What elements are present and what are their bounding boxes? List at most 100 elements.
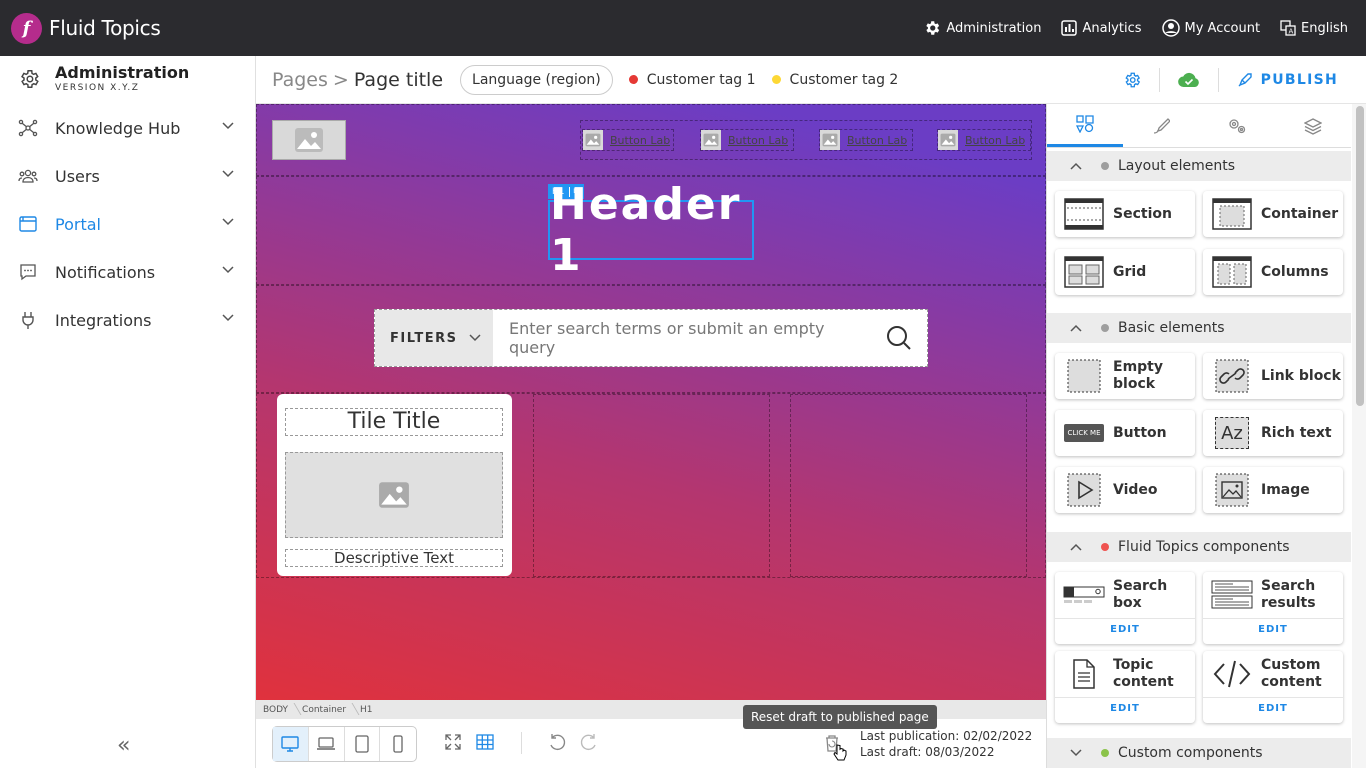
component-video[interactable]: Video <box>1055 467 1195 513</box>
component-rich-text[interactable]: Az Rich text <box>1203 410 1343 456</box>
grid-icon[interactable] <box>476 733 494 751</box>
fullscreen-icon[interactable] <box>444 733 462 751</box>
empty-grid-cell[interactable] <box>533 394 770 577</box>
tile-image[interactable] <box>285 452 503 538</box>
sidebar-item-notifications[interactable]: Notifications <box>0 248 256 296</box>
component-section[interactable]: Section <box>1055 191 1195 237</box>
sidebar-item-integrations[interactable]: Integrations <box>0 296 256 344</box>
canvas-button-2[interactable]: Button Label <box>700 129 794 151</box>
search-input[interactable]: Enter search terms or submit an empty qu… <box>493 310 871 366</box>
search-button[interactable] <box>871 310 927 366</box>
tile-description[interactable]: Descriptive Text <box>285 549 503 567</box>
component-link-block[interactable]: Link block <box>1203 353 1343 399</box>
nav-analytics[interactable]: Analytics <box>1061 20 1142 36</box>
desktop-preview-button[interactable] <box>273 727 309 761</box>
customer-tag-2[interactable]: Customer tag 2 <box>771 72 898 88</box>
edit-button[interactable]: EDIT <box>1055 618 1195 642</box>
page-settings-icon[interactable] <box>1123 71 1141 89</box>
sidebar-item-portal[interactable]: Portal <box>0 200 256 248</box>
tablet-preview-button[interactable] <box>345 727 381 761</box>
laptop-preview-button[interactable] <box>309 727 345 761</box>
section-layout-elements[interactable]: Layout elements <box>1047 151 1351 181</box>
tab-components[interactable] <box>1047 104 1123 147</box>
columns-icon <box>1211 255 1253 289</box>
tag-label: Customer tag 1 <box>646 71 756 88</box>
publish-button[interactable]: PUBLISH <box>1237 72 1338 88</box>
tab-settings[interactable] <box>1199 104 1275 147</box>
component-button[interactable]: CLICK ME Button <box>1055 410 1195 456</box>
app-logo[interactable]: f Fluid Topics <box>11 12 161 44</box>
canvas-button-4[interactable]: Button Label <box>937 129 1031 151</box>
tab-styles[interactable] <box>1123 104 1199 147</box>
component-search-box[interactable]: Search box EDIT <box>1055 572 1195 644</box>
component-topic-content[interactable]: Topic content EDIT <box>1055 651 1195 723</box>
chevron-down-icon <box>469 334 481 342</box>
mobile-preview-button[interactable] <box>380 727 416 761</box>
page-title[interactable]: Page title <box>354 69 443 91</box>
nav-language[interactable]: A English <box>1280 20 1348 36</box>
nav-my-account[interactable]: My Account <box>1161 19 1260 37</box>
chevron-down-icon[interactable] <box>222 314 234 322</box>
empty-grid-cell[interactable] <box>790 394 1027 577</box>
section-custom-components[interactable]: Custom components <box>1047 738 1351 768</box>
component-label: Columns <box>1261 263 1329 280</box>
panel-tabs <box>1047 104 1351 148</box>
sidebar-item-users[interactable]: Users <box>0 152 256 200</box>
edit-button[interactable]: EDIT <box>1203 697 1343 721</box>
breadcrumb-separator: > <box>332 68 349 91</box>
chevron-up-icon <box>1070 543 1082 551</box>
element-path-item[interactable]: H1 <box>353 705 380 715</box>
chevron-down-icon[interactable] <box>222 266 234 274</box>
collapse-sidebar-icon[interactable]: « <box>117 733 130 758</box>
component-label: Search results <box>1261 578 1316 611</box>
page-canvas[interactable]: Button Label Button Label Button Label B… <box>256 104 1046 700</box>
brush-icon <box>1153 117 1170 134</box>
section-dot <box>1101 324 1109 332</box>
component-label: Container <box>1261 205 1339 222</box>
section-title: Custom components <box>1118 745 1263 761</box>
breadcrumb-pages[interactable]: Pages <box>272 69 328 91</box>
selected-header-element[interactable]: Header 1 <box>548 179 754 281</box>
canvas-logo-image[interactable] <box>272 120 346 160</box>
component-columns[interactable]: Columns <box>1203 249 1343 295</box>
component-image[interactable]: Image <box>1203 467 1343 513</box>
grid-layout-icon <box>1063 255 1105 289</box>
desktop-icon <box>281 736 300 752</box>
image-icon <box>938 130 958 150</box>
chevron-down-icon[interactable] <box>222 170 234 178</box>
canvas-button-1[interactable]: Button Label <box>582 129 674 151</box>
component-label: Grid <box>1113 263 1147 280</box>
customer-tag-1[interactable]: Customer tag 1 <box>628 71 756 88</box>
language-region-button[interactable]: Language (region) <box>460 64 613 95</box>
component-custom-content[interactable]: Custom content EDIT <box>1203 651 1343 723</box>
button-label: Button Label <box>728 133 788 147</box>
component-search-results[interactable]: Search results EDIT <box>1203 572 1343 644</box>
component-container[interactable]: Container <box>1203 191 1343 237</box>
sidebar-item-knowledge-hub[interactable]: Knowledge Hub <box>0 104 256 152</box>
component-label: Video <box>1113 481 1158 498</box>
section-fluid-topics-components[interactable]: Fluid Topics components <box>1047 532 1351 562</box>
tab-layers[interactable] <box>1275 104 1351 147</box>
component-label: Rich text <box>1261 424 1332 441</box>
svg-text:A: A <box>1289 28 1294 36</box>
tile-card[interactable]: Tile Title Descriptive Text <box>277 394 512 576</box>
chevron-down-icon[interactable] <box>222 218 234 226</box>
component-grid[interactable]: Grid <box>1055 249 1195 295</box>
section-basic-elements[interactable]: Basic elements <box>1047 313 1351 343</box>
redo-icon[interactable] <box>580 733 598 751</box>
tile-title[interactable]: Tile Title <box>285 408 503 436</box>
top-nav: Administration Analytics My Account A En… <box>923 0 1366 56</box>
component-empty-block[interactable]: Empty block <box>1055 353 1195 399</box>
search-box-component[interactable]: FILTERS Enter search terms or submit an … <box>374 309 928 367</box>
edit-button[interactable]: EDIT <box>1055 697 1195 721</box>
filters-dropdown[interactable]: FILTERS <box>375 310 493 366</box>
nav-administration[interactable]: Administration <box>923 19 1041 37</box>
canvas-button-3[interactable]: Button Label <box>819 129 913 151</box>
panel-scrollbar[interactable] <box>1356 106 1364 406</box>
chevron-down-icon <box>1070 749 1082 757</box>
chevron-down-icon[interactable] <box>222 122 234 130</box>
panel-scrollbar-track[interactable] <box>1352 104 1366 768</box>
edit-button[interactable]: EDIT <box>1203 618 1343 642</box>
last-draft: Last draft: 08/03/2022 <box>860 745 995 759</box>
undo-icon[interactable] <box>548 733 566 751</box>
